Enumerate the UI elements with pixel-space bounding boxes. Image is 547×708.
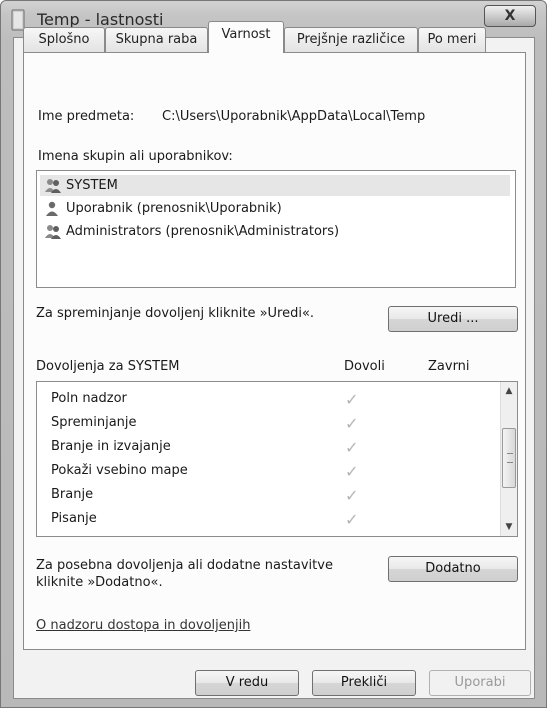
permissions-header: Dovoljenja za SYSTEM	[36, 359, 180, 374]
user-row-system[interactable]: SYSTEM	[40, 175, 510, 196]
allow-check-icon: ✓	[345, 438, 359, 457]
permission-row: Pokaži vsebino mape ✓	[37, 460, 477, 484]
permission-name: Pisanje	[51, 511, 97, 526]
tab-sharing[interactable]: Skupna raba	[105, 27, 208, 52]
permission-name: Branje	[51, 487, 94, 502]
permission-name: Branje in izvajanje	[51, 439, 171, 454]
tab-customize[interactable]: Po meri	[418, 27, 486, 52]
user-row-administrators[interactable]: Administrators (prenosnik\Administrators…	[40, 221, 510, 242]
permission-row: Branje ✓	[37, 484, 477, 508]
tab-general[interactable]: Splošno	[23, 27, 105, 52]
allow-check-icon: ✓	[345, 486, 359, 505]
close-button[interactable]: X	[484, 5, 536, 27]
permission-name: Spreminjanje	[51, 415, 137, 430]
permission-row: Spreminjanje ✓	[37, 412, 477, 436]
scroll-up-arrow-icon[interactable]: ▲	[501, 383, 517, 399]
user-label: SYSTEM	[66, 178, 118, 193]
allow-check-icon: ✓	[345, 390, 359, 409]
group-users-icon	[45, 225, 61, 239]
access-control-help-link[interactable]: O nadzoru dostopa in dovoljenjih	[36, 618, 250, 633]
scrollbar-thumb[interactable]	[502, 428, 516, 488]
apply-button[interactable]: Uporabi	[429, 670, 531, 696]
cancel-button[interactable]: Prekliči	[312, 670, 416, 696]
advanced-hint-line2: kliknite »Dodatno«.	[36, 575, 163, 590]
permission-name: Pokaži vsebino mape	[51, 463, 188, 478]
allow-check-icon: ✓	[345, 462, 359, 481]
edit-hint: Za spreminjanje dovoljenj kliknite »Ured…	[36, 306, 315, 321]
users-listbox[interactable]: SYSTEM Uporabnik (prenosnik\Uporabnik) A…	[36, 170, 516, 288]
group-users-icon	[45, 179, 61, 193]
permissions-scrollbar[interactable]: ▲ ▼	[500, 382, 517, 536]
user-label: Uporabnik (prenosnik\Uporabnik)	[66, 201, 282, 216]
properties-window: Temp - lastnosti X Splošno Skupna raba V…	[0, 0, 547, 708]
allow-check-icon: ✓	[345, 414, 359, 433]
permission-row: Pisanje ✓	[37, 508, 477, 532]
single-user-icon	[46, 201, 58, 216]
edit-button[interactable]: Uredi ...	[388, 306, 518, 332]
allow-header: Dovoli	[344, 359, 385, 374]
permission-row: Poln nadzor ✓	[37, 388, 477, 412]
advanced-button[interactable]: Dodatno	[388, 556, 518, 582]
object-name-label: Ime predmeta:	[38, 109, 135, 124]
user-row-uporabnik[interactable]: Uporabnik (prenosnik\Uporabnik)	[40, 198, 510, 219]
advanced-hint-line1: Za posebna dovoljenja ali dodatne nastav…	[36, 558, 333, 573]
tab-security[interactable]: Varnost	[208, 21, 284, 53]
scroll-down-arrow-icon[interactable]: ▼	[501, 519, 517, 535]
object-name-value: C:\Users\Uporabnik\AppData\Local\Temp	[162, 109, 426, 124]
tab-previous-versions[interactable]: Prejšnje različice	[284, 27, 418, 52]
grip-icon	[507, 453, 513, 463]
permissions-list[interactable]: Poln nadzor ✓ Spreminjanje ✓ Branje in i…	[36, 381, 518, 537]
deny-header: Zavrni	[428, 359, 470, 374]
permission-name: Poln nadzor	[51, 391, 127, 406]
user-label: Administrators (prenosnik\Administrators…	[66, 224, 340, 239]
groups-label: Imena skupin ali uporabnikov:	[38, 149, 233, 164]
permission-row: Branje in izvajanje ✓	[37, 436, 477, 460]
ok-button[interactable]: V redu	[195, 670, 299, 696]
allow-check-icon: ✓	[345, 510, 359, 529]
security-tab-panel: Ime predmeta: C:\Users\Uporabnik\AppData…	[23, 52, 526, 650]
